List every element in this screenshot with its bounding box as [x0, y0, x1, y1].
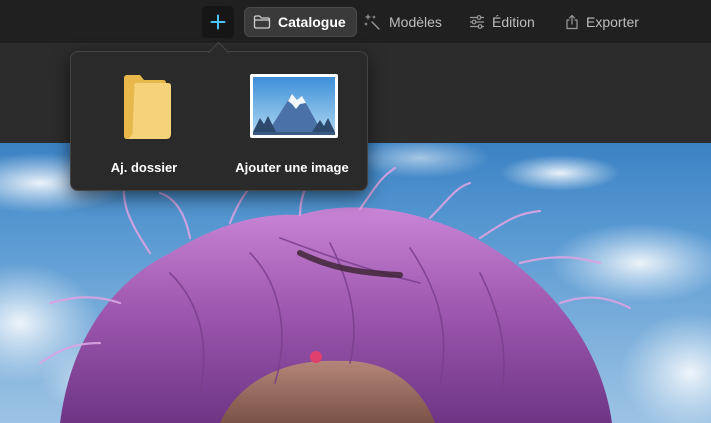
plus-icon	[210, 14, 226, 30]
add-button[interactable]	[202, 6, 234, 38]
magic-wand-icon	[364, 14, 380, 30]
tab-modeles[interactable]: Modèles	[364, 6, 442, 38]
add-folder-option[interactable]: Aj. dossier	[93, 52, 195, 190]
tab-label: Édition	[492, 14, 535, 30]
sliders-icon	[469, 15, 485, 29]
top-toolbar: Catalogue Modèles Édition Exporter	[0, 0, 711, 44]
tab-label: Modèles	[389, 14, 442, 30]
add-image-label: Ajouter une image	[235, 160, 349, 175]
add-folder-label: Aj. dossier	[110, 160, 178, 175]
app-window: Catalogue Modèles Édition Exporter Aj. d…	[0, 0, 711, 423]
tab-label: Exporter	[586, 14, 639, 30]
tab-label: Catalogue	[278, 14, 346, 30]
tab-catalogue[interactable]: Catalogue	[244, 7, 357, 37]
add-image-option[interactable]: Ajouter une image	[223, 52, 361, 190]
folder-icon	[253, 15, 271, 29]
tab-exporter[interactable]: Exporter	[565, 6, 639, 38]
share-icon	[566, 14, 578, 30]
add-menu-popup: Aj. dossier Ajouter une image	[70, 51, 368, 191]
image-icon	[250, 74, 338, 138]
tab-edition[interactable]: Édition	[469, 6, 535, 38]
folder-icon	[124, 75, 171, 139]
